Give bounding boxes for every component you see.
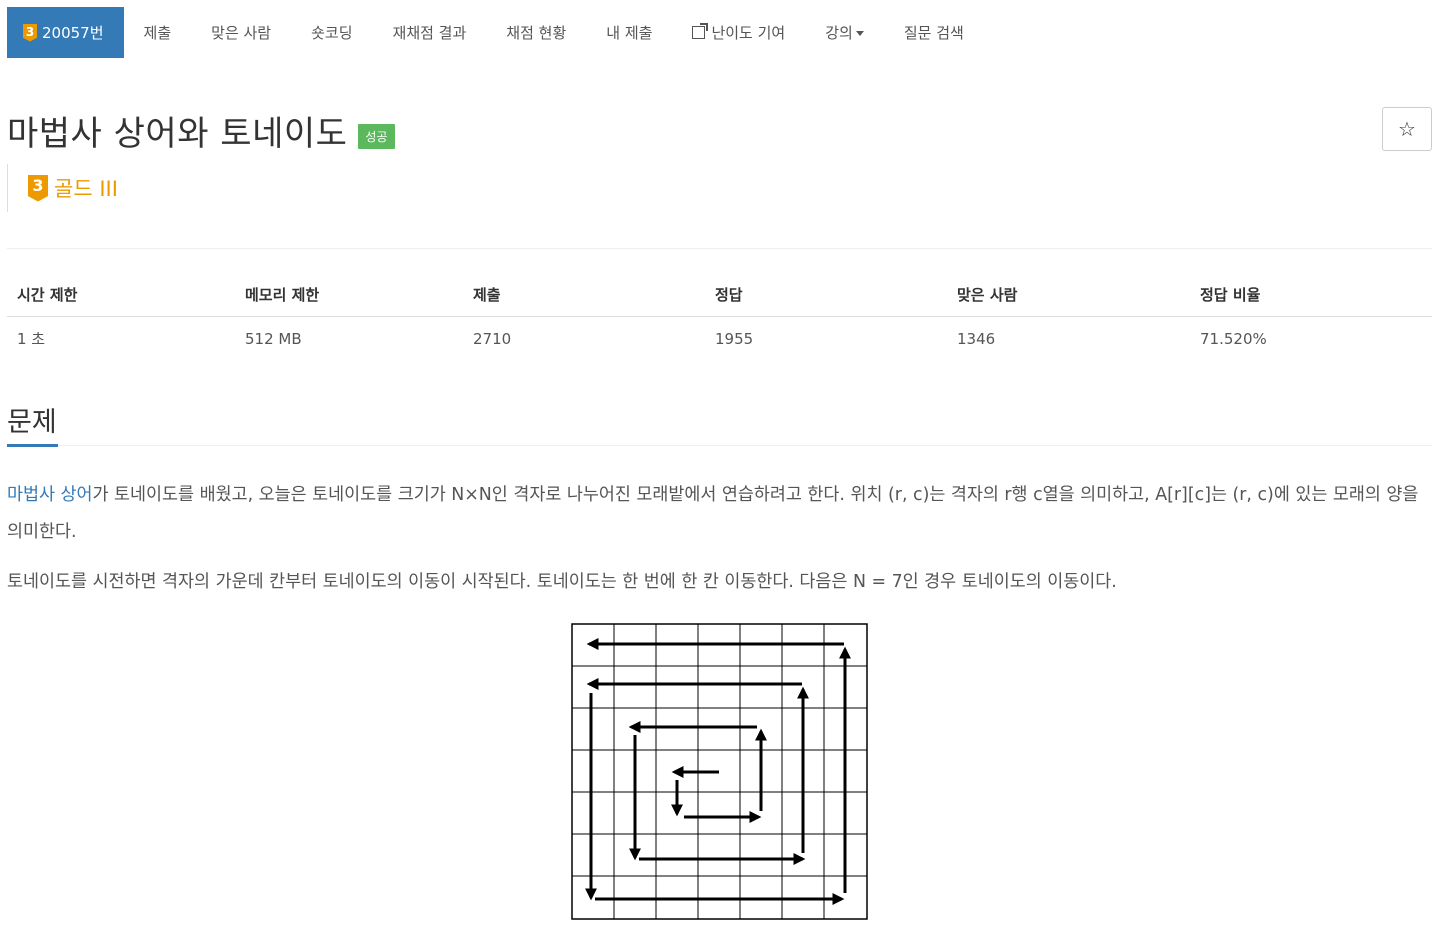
- gold-tier-icon: 3: [28, 174, 48, 202]
- problem-info-table: 시간 제한 메모리 제한 제출 정답 맞은 사람 정답 비율 1 초 512 M…: [7, 272, 1432, 360]
- section-divider: [7, 445, 1432, 446]
- header-submissions: 제출: [463, 272, 705, 317]
- divider: [7, 248, 1432, 249]
- problem-description-1: 마법사 상어가 토네이도를 배웠고, 오늘은 토네이도를 크기가 N×N인 격자…: [7, 477, 1432, 551]
- star-icon: ☆: [1398, 117, 1416, 141]
- time-limit-value: 1 초: [17, 330, 46, 348]
- nav-difficulty-contribution[interactable]: 난이도 기여: [672, 7, 805, 58]
- nav-difficulty-label: 난이도 기여: [711, 24, 786, 42]
- nav-submit[interactable]: 제출: [124, 7, 192, 58]
- table-header-row: 시간 제한 메모리 제한 제출 정답 맞은 사람 정답 비율: [7, 272, 1432, 317]
- problem-menu: 3 20057번 제출 맞은 사람 숏코딩 재채점 결과 채점 현황 내 제출 …: [7, 7, 984, 58]
- star-button[interactable]: ☆: [1382, 107, 1432, 151]
- tornado-path-figure: [571, 623, 868, 920]
- solvers-value: 1346: [957, 329, 996, 348]
- section-heading: 문제: [7, 407, 57, 438]
- tornado-arrows: [585, 638, 851, 905]
- header-accepted: 정답: [705, 272, 947, 317]
- nav-problem-label: 20057번: [42, 24, 104, 42]
- header-memory-limit: 메모리 제한: [235, 272, 463, 317]
- accept-ratio-value: 71.520%: [1200, 329, 1267, 348]
- problem-description-1-text: 가 토네이도를 배웠고, 오늘은 토네이도를 크기가 N×N인 격자로 나누어진…: [7, 485, 1419, 542]
- header-accept-ratio: 정답 비율: [1190, 272, 1432, 317]
- tier-info: 3 골드 III: [7, 164, 118, 212]
- nav-short-coding[interactable]: 숏코딩: [291, 7, 372, 58]
- gold-tier-icon: 3: [23, 23, 37, 42]
- memory-limit-value: 512 MB: [245, 329, 302, 348]
- external-link-icon: [692, 23, 709, 39]
- table-row: 1 초 512 MB 2710 1955 1346 71.520%: [7, 317, 1432, 361]
- nav-rejudge-result[interactable]: 재채점 결과: [373, 7, 487, 58]
- header-time-limit: 시간 제한: [7, 272, 235, 317]
- section-underline: [7, 444, 58, 447]
- grid: [571, 623, 868, 920]
- nav-problem[interactable]: 3 20057번: [7, 7, 124, 58]
- nav-question-search[interactable]: 질문 검색: [884, 7, 984, 58]
- nav-lecture-dropdown[interactable]: 강의: [805, 7, 884, 58]
- problem-header: 마법사 상어와 토네이도 성공: [7, 106, 395, 155]
- accepted-value: 1955: [715, 329, 754, 348]
- status-badge: 성공: [358, 124, 395, 149]
- header-solvers: 맞은 사람: [947, 272, 1190, 317]
- wizard-shark-link[interactable]: 마법사 상어: [7, 485, 93, 505]
- caret-down-icon: [855, 31, 864, 36]
- tier-label[interactable]: 골드 III: [54, 173, 118, 203]
- nav-correct-users[interactable]: 맞은 사람: [191, 7, 291, 58]
- nav-my-submissions[interactable]: 내 제출: [586, 7, 672, 58]
- nav-lecture-label: 강의: [825, 24, 853, 42]
- nav-judge-status[interactable]: 채점 현황: [486, 7, 586, 58]
- problem-description-2: 토네이도를 시전하면 격자의 가운데 칸부터 토네이도의 이동이 시작된다. 토…: [7, 572, 1117, 592]
- submissions-value: 2710: [473, 329, 512, 348]
- page-title: 마법사 상어와 토네이도: [7, 114, 348, 154]
